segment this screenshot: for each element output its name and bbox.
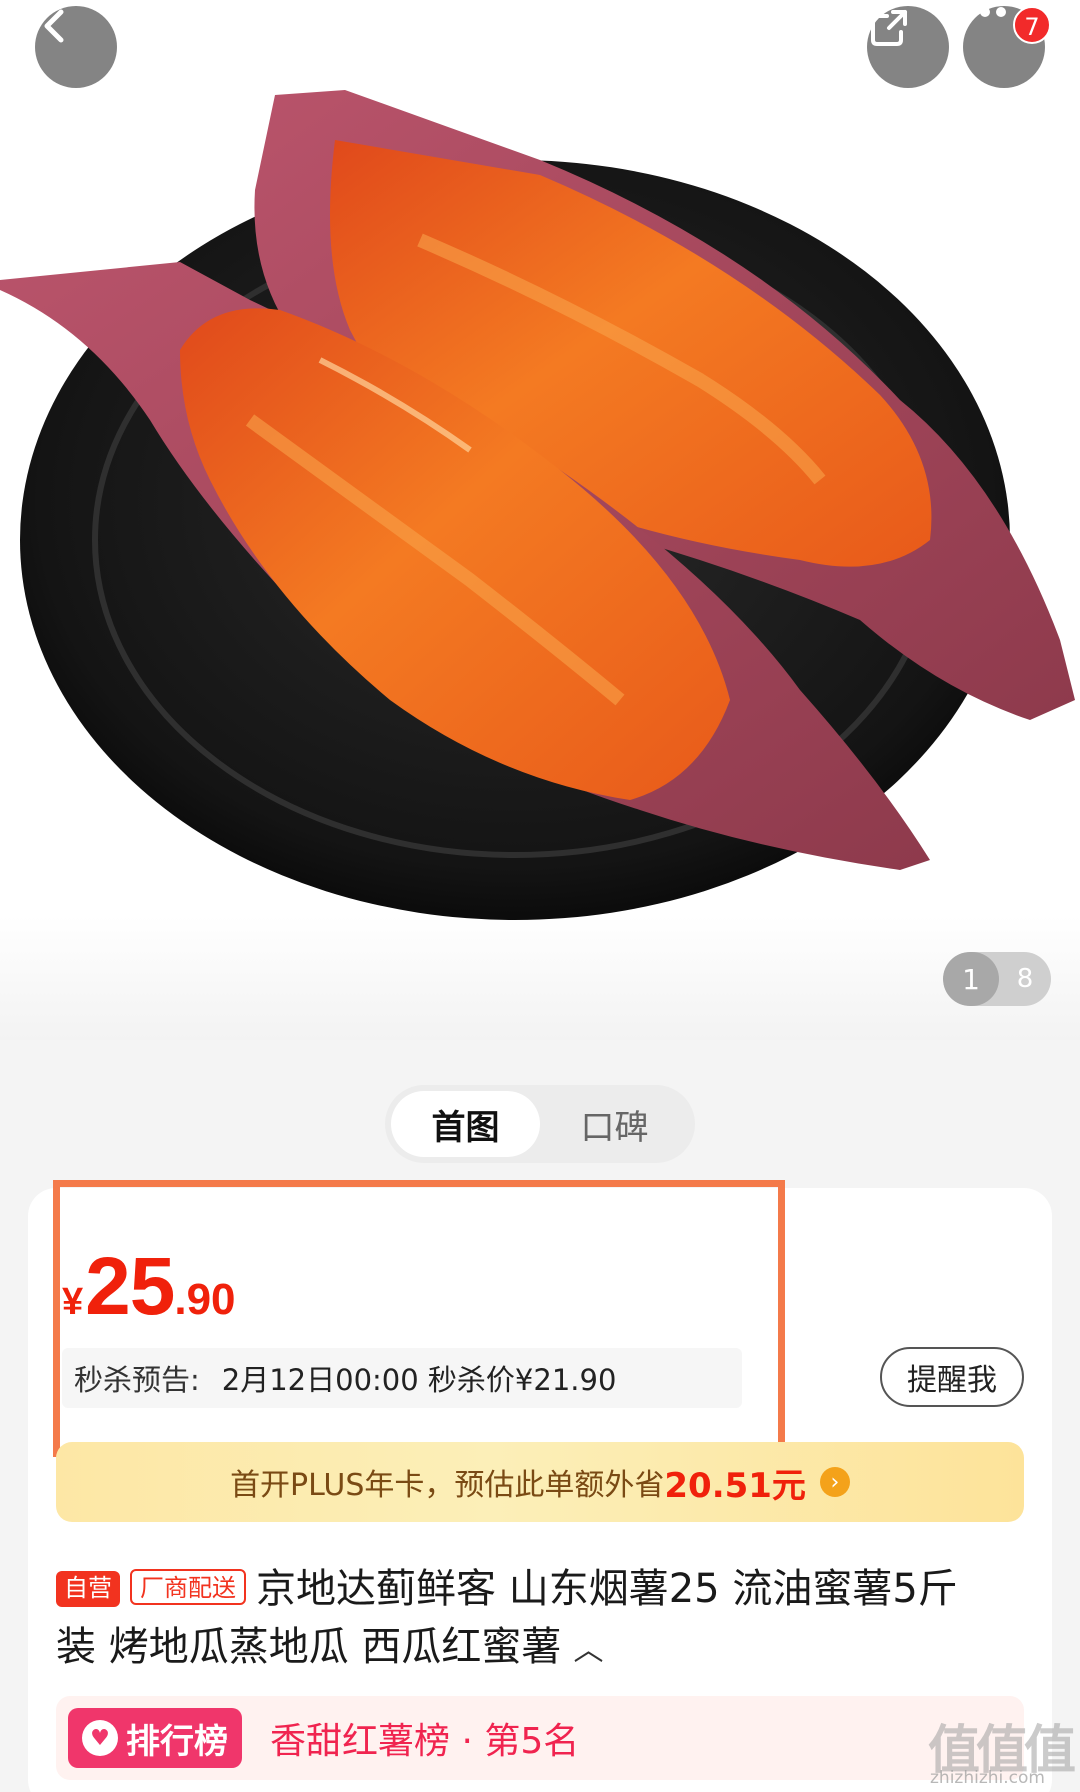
pager-total: 8 <box>1016 964 1034 994</box>
notification-badge: 7 <box>1013 6 1051 44</box>
product-title-block[interactable]: 自营 厂商配送 京地达蓟鲜客 山东烟薯25 流油蜜薯5斤装 烤地瓜蒸地瓜 西瓜红蜜薯… <box>56 1560 996 1680</box>
image-pager: 1 8 <box>943 952 1051 1006</box>
plus-offer-banner[interactable]: 首开PLUS年卡，预估此单额外省 20.51元 › <box>56 1442 1024 1522</box>
current-price: ¥ 25 .90 <box>62 1240 236 1334</box>
share-button[interactable] <box>867 6 949 88</box>
trophy-icon: ♥ <box>82 1720 118 1756</box>
ranking-bar[interactable]: ♥ 排行榜 香甜红薯榜 · 第5名 <box>56 1696 1024 1780</box>
gallery-tab-switch: 首图 口碑 <box>385 1085 695 1163</box>
ranking-text: 香甜红薯榜 · 第5名 <box>270 1721 580 1762</box>
product-photo <box>0 90 1075 920</box>
back-button[interactable] <box>35 6 117 88</box>
flash-sale-info: 2月12日00:00 秒杀价¥21.90 <box>221 1363 617 1397</box>
flash-sale-label: 秒杀预告: <box>74 1363 200 1397</box>
pager-current: 1 <box>943 952 999 1006</box>
tab-reviews[interactable]: 口碑 <box>540 1091 689 1157</box>
chevron-right-icon: › <box>819 1467 850 1497</box>
price-decimal: .90 <box>174 1275 236 1324</box>
vendor-delivery-tag: 厂商配送 <box>130 1569 246 1605</box>
ranking-badge-label: 排行榜 <box>126 1721 228 1762</box>
tab-main-image[interactable]: 首图 <box>391 1091 540 1157</box>
ranking-badge: ♥ 排行榜 <box>68 1708 242 1768</box>
collapse-caret-icon[interactable]: ︿ <box>573 1622 603 1680</box>
currency-symbol: ¥ <box>62 1281 84 1323</box>
more-dots-icon <box>964 7 1006 17</box>
watermark-url: zhizhizhi.com <box>930 1768 1045 1788</box>
remind-me-button[interactable]: 提醒我 <box>880 1347 1024 1407</box>
plus-offer-amount: 20.51元 <box>664 1465 806 1506</box>
share-icon <box>871 10 907 46</box>
price-integer: 25 <box>85 1241 175 1332</box>
chevron-left-icon <box>44 9 64 43</box>
plus-offer-text: 首开PLUS年卡，预估此单额外省 <box>230 1468 665 1503</box>
product-image-gallery[interactable]: 7 1 8 <box>0 0 1080 1040</box>
flash-sale-notice: 秒杀预告: 2月12日00:00 秒杀价¥21.90 <box>62 1348 742 1408</box>
self-operated-tag: 自营 <box>56 1571 120 1607</box>
